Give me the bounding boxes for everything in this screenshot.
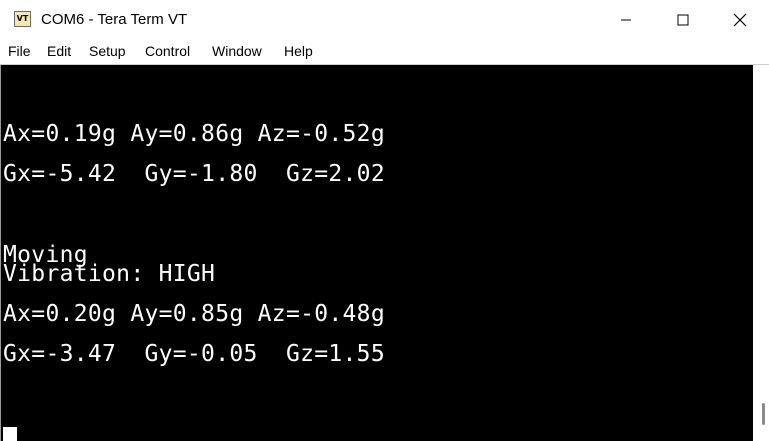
terminal-line: Vibration: HIGH	[3, 261, 216, 287]
menu-bar: File Edit Setup Control Window Help	[0, 40, 769, 65]
menu-setup[interactable]: Setup	[89, 43, 126, 59]
close-icon	[733, 13, 747, 27]
window-title: COM6 - Tera Term VT	[41, 11, 188, 28]
close-button[interactable]	[711, 0, 769, 40]
terminal-cursor	[3, 427, 17, 441]
terminal-screen[interactable]: Ax=0.19g Ay=0.86g Az=-0.52g Gx=-5.42 Gy=…	[0, 65, 753, 441]
menu-window[interactable]: Window	[212, 43, 262, 59]
maximize-button[interactable]	[654, 0, 712, 40]
tera-term-icon[interactable]: VT	[14, 11, 31, 27]
vertical-scrollbar[interactable]	[753, 65, 769, 441]
terminal-line: Ax=0.19g Ay=0.86g Az=-0.52g	[3, 121, 385, 147]
menu-file[interactable]: File	[8, 43, 31, 59]
terminal-line: Ax=0.20g Ay=0.85g Az=-0.48g	[3, 301, 385, 327]
maximize-icon	[677, 14, 689, 26]
menu-help[interactable]: Help	[284, 43, 313, 59]
menu-edit[interactable]: Edit	[47, 43, 71, 59]
title-bar: VT COM6 - Tera Term VT	[0, 0, 769, 40]
minimize-button[interactable]	[597, 0, 655, 40]
terminal-line: Gx=-3.47 Gy=-0.05 Gz=1.55	[3, 341, 385, 367]
scrollbar-thumb[interactable]	[762, 403, 765, 425]
menu-control[interactable]: Control	[145, 43, 190, 59]
terminal-line: Gx=-5.42 Gy=-1.80 Gz=2.02	[3, 161, 385, 187]
minimize-icon	[621, 19, 631, 21]
